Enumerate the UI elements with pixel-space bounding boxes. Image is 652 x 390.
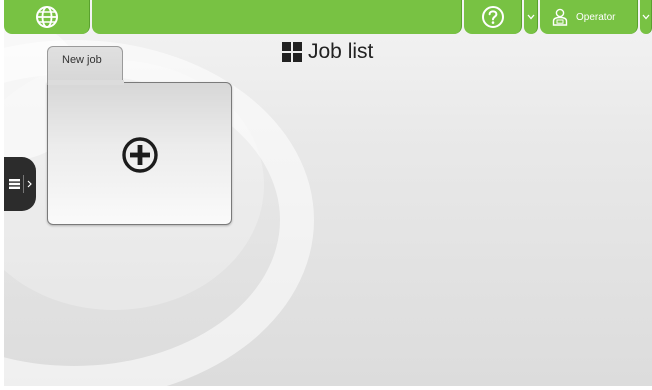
- question-circle-icon: [481, 6, 504, 28]
- chevron-down-icon: [527, 14, 534, 20]
- user-dropdown-button[interactable]: [640, 0, 652, 34]
- language-button[interactable]: [4, 0, 90, 34]
- help-dropdown-button[interactable]: [524, 0, 538, 34]
- page-title: Job list: [308, 40, 374, 63]
- chevron-down-icon: [642, 14, 649, 20]
- new-job-card-body[interactable]: [47, 80, 232, 225]
- top-bar: Operator: [4, 0, 652, 34]
- user-button[interactable]: Operator: [540, 0, 638, 34]
- grid-icon: [282, 42, 302, 62]
- new-job-label: New job: [47, 46, 123, 84]
- chevron-right-icon: [27, 180, 32, 188]
- globe-icon: [35, 6, 58, 28]
- divider: [23, 175, 24, 193]
- new-job-card[interactable]: New job: [47, 46, 232, 225]
- operator-icon: [552, 8, 568, 26]
- page-header: Job list: [282, 40, 373, 64]
- help-button[interactable]: [464, 0, 522, 34]
- top-bar-spacer: [92, 0, 462, 34]
- list-icon: [9, 179, 20, 189]
- plus-circle-icon: [122, 137, 158, 173]
- user-label: Operator: [576, 11, 616, 23]
- side-panel-toggle[interactable]: [4, 157, 36, 211]
